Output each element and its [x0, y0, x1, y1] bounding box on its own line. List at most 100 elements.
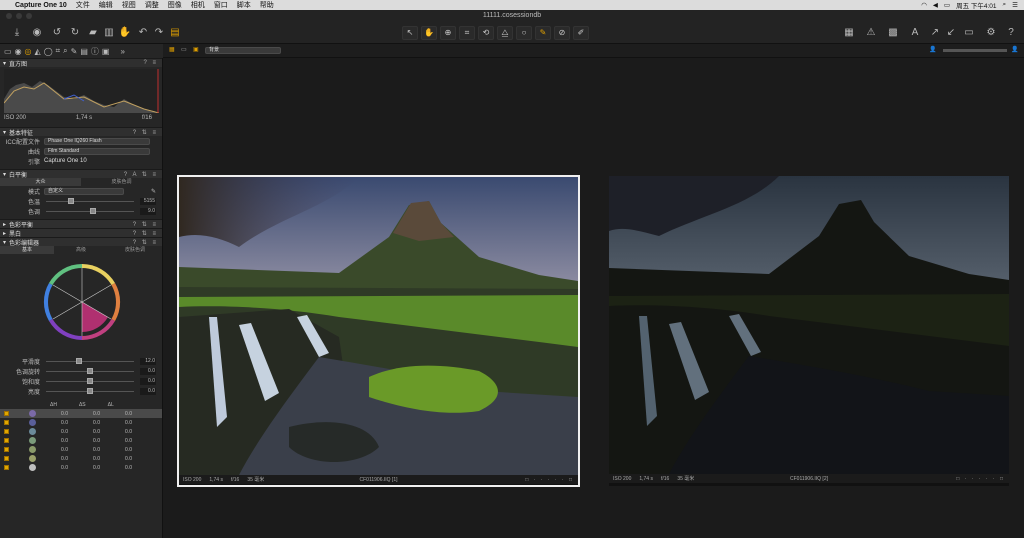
- text-icon[interactable]: A: [908, 25, 922, 41]
- curve-dropdown[interactable]: Film Standard: [44, 147, 150, 155]
- saturation-slider[interactable]: [46, 378, 134, 384]
- zoom-cursor-icon[interactable]: ⊕: [440, 26, 456, 40]
- menu-script[interactable]: 脚本: [237, 0, 251, 10]
- menu-camera[interactable]: 相机: [191, 0, 205, 10]
- tab-ce-skin[interactable]: 皮肤色调: [108, 246, 162, 254]
- lightness-knob[interactable]: [87, 388, 93, 394]
- volume-icon[interactable]: ◀: [933, 1, 938, 9]
- ce-color-row[interactable]: 0.0 0.0 0.0: [0, 454, 162, 463]
- wb-mode-dropdown[interactable]: 自定义: [44, 187, 124, 195]
- adjust-icon[interactable]: ▤: [80, 47, 88, 56]
- ce-color-row[interactable]: 0.0 0.0 0.0: [0, 409, 162, 418]
- ce-row-checkbox[interactable]: [4, 420, 9, 425]
- bw-header[interactable]: ▸ 黑白? ⇅ ≡: [0, 228, 162, 238]
- folder-icon[interactable]: ▰: [86, 25, 100, 41]
- expand-icon[interactable]: ↗: [928, 25, 942, 41]
- user-icon[interactable]: 👤: [929, 46, 936, 53]
- local-icon[interactable]: ✎: [71, 47, 78, 56]
- photo-2-rating[interactable]: □ · · · · · □: [956, 476, 1005, 482]
- menu-help[interactable]: 帮助: [260, 0, 274, 10]
- exposure-icon[interactable]: ◭: [35, 47, 41, 56]
- copy-apply-icon[interactable]: ▤: [168, 25, 182, 41]
- help-icon[interactable]: ?: [1004, 25, 1018, 41]
- tab-ce-basic[interactable]: 基本: [0, 246, 54, 254]
- warning-icon[interactable]: ⚠: [864, 25, 878, 41]
- tab-ce-advanced[interactable]: 高级: [54, 246, 108, 254]
- photo-frame[interactable]: ISO 200 1,74 s f/16 35 毫米 CF011906.IIQ […: [609, 176, 1009, 486]
- ruler-icon[interactable]: ▩: [886, 25, 900, 41]
- hue-rotation-value[interactable]: 0.0: [140, 367, 156, 375]
- hue-rotation-knob[interactable]: [87, 368, 93, 374]
- grid-icon[interactable]: ▦: [842, 25, 856, 41]
- menu-window[interactable]: 窗口: [214, 0, 228, 10]
- eyedropper-icon[interactable]: ✎: [151, 188, 156, 195]
- tint-knob[interactable]: [90, 208, 96, 214]
- tab-wb-general[interactable]: 大众: [0, 178, 81, 186]
- gear-icon[interactable]: ⚙: [984, 25, 998, 41]
- basic-header[interactable]: ▾ 基本特征? ⇅ ≡: [0, 127, 162, 137]
- wb-header[interactable]: ▾ 白平衡? A ⇅ ≡: [0, 169, 162, 179]
- close-button[interactable]: [6, 13, 12, 19]
- trash-icon[interactable]: ▥: [102, 25, 116, 41]
- tint-slider[interactable]: [46, 208, 134, 214]
- camera-icon[interactable]: ◉: [30, 25, 44, 41]
- ce-color-row[interactable]: 0.0 0.0 0.0: [0, 445, 162, 454]
- histogram-header[interactable]: ▾ 直方图? ≡: [0, 58, 162, 68]
- metadata-icon[interactable]: ⓘ: [91, 46, 99, 57]
- capture-icon[interactable]: ◉: [15, 47, 22, 56]
- tab-wb-skin[interactable]: 皮肤色调: [81, 178, 162, 186]
- smoothness-slider[interactable]: [46, 358, 134, 364]
- saturation-value[interactable]: 0.0: [140, 377, 156, 385]
- app-menu[interactable]: Capture One 10: [15, 2, 67, 9]
- import-icon[interactable]: ⤓: [10, 25, 24, 41]
- rotate-left-icon[interactable]: ↺: [50, 25, 64, 41]
- ce-color-row[interactable]: 0.0 0.0 0.0: [0, 427, 162, 436]
- rotate-cursor-icon[interactable]: ⟲: [478, 26, 494, 40]
- user-icon-2[interactable]: 👤: [1011, 46, 1018, 53]
- ce-row-checkbox[interactable]: [4, 411, 9, 416]
- ce-row-checkbox[interactable]: [4, 447, 9, 452]
- ce-row-checkbox[interactable]: [4, 456, 9, 461]
- photo-1-rating[interactable]: □ · · · · · □: [525, 477, 574, 483]
- gradient-cursor-icon[interactable]: ⊘: [554, 26, 570, 40]
- tint-value[interactable]: 9.0: [140, 207, 156, 215]
- ce-color-row[interactable]: 0.0 0.0 0.0: [0, 463, 162, 472]
- ce-row-checkbox[interactable]: [4, 429, 9, 434]
- crop-cursor-icon[interactable]: ⌗: [459, 26, 475, 40]
- print-icon[interactable]: ▭: [962, 25, 976, 41]
- ce-row-checkbox[interactable]: [4, 438, 9, 443]
- hue-rotation-slider[interactable]: [46, 368, 134, 374]
- ce-color-row[interactable]: 0.0 0.0 0.0: [0, 418, 162, 427]
- wifi-icon[interactable]: ◠: [921, 1, 927, 9]
- ce-row-checkbox[interactable]: [4, 465, 9, 470]
- minimize-button[interactable]: [16, 13, 22, 19]
- spot-cursor-icon[interactable]: ○: [516, 26, 532, 40]
- ce-color-row[interactable]: 0.0 0.0 0.0: [0, 436, 162, 445]
- battery-icon[interactable]: ▭: [944, 1, 950, 9]
- landscape-photo-1[interactable]: [179, 177, 578, 475]
- icc-dropdown[interactable]: Phase One IQ260 Flash: [44, 137, 150, 145]
- pan-cursor-icon[interactable]: ✋: [421, 26, 437, 40]
- smoothness-knob[interactable]: [76, 358, 82, 364]
- keystone-cursor-icon[interactable]: ⧋: [497, 26, 513, 40]
- menu-adjust[interactable]: 调整: [145, 0, 159, 10]
- color-icon[interactable]: ◎: [25, 47, 32, 56]
- smoothness-value[interactable]: 12.0: [140, 357, 156, 365]
- undo-icon[interactable]: ↶: [136, 25, 150, 41]
- picker-cursor-icon[interactable]: ✐: [573, 26, 589, 40]
- library-icon[interactable]: ▭: [4, 47, 12, 56]
- saturation-knob[interactable]: [87, 378, 93, 384]
- more-tabs-icon[interactable]: »: [120, 47, 124, 56]
- landscape-photo-2[interactable]: [609, 176, 1009, 474]
- color-wheel[interactable]: [42, 262, 122, 342]
- spotlight-icon[interactable]: ⌕: [1003, 1, 1007, 9]
- compare-icon[interactable]: ▦: [169, 46, 175, 53]
- output-icon[interactable]: ▣: [102, 47, 110, 56]
- details-icon[interactable]: ⌕: [63, 46, 67, 56]
- single-view-icon[interactable]: ▭: [181, 46, 187, 53]
- ce-header[interactable]: ▾ 色彩编辑器? ⇅ ≡: [0, 237, 162, 247]
- rotate-right-icon[interactable]: ↻: [68, 25, 82, 41]
- select-cursor-icon[interactable]: ↖: [402, 26, 418, 40]
- clock[interactable]: 周五 下午4:01: [956, 0, 996, 10]
- kelvin-knob[interactable]: [68, 198, 74, 204]
